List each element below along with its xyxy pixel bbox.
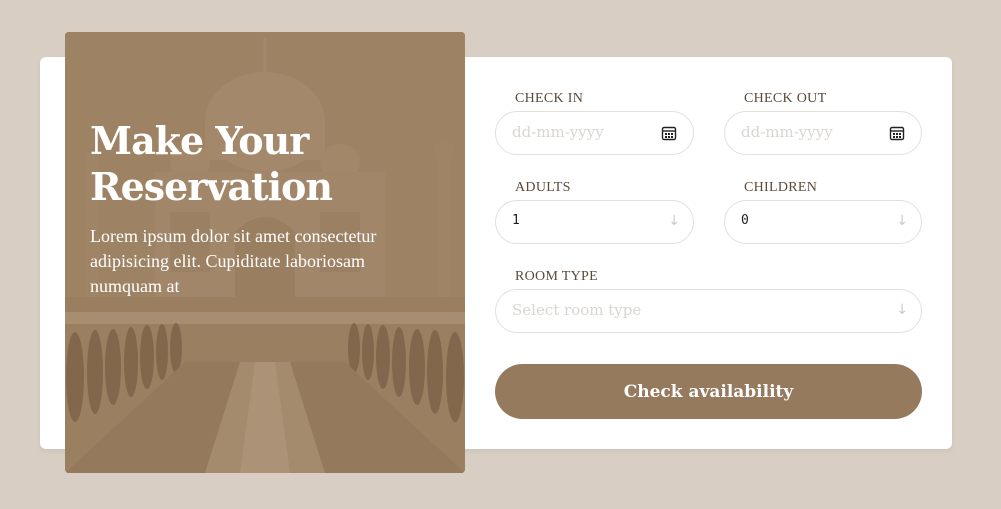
calendar-icon[interactable] <box>889 125 905 141</box>
check-availability-button[interactable]: Check availability <box>495 364 922 419</box>
hero-panel: Make Your Reservation Lorem ipsum dolor s… <box>65 32 465 473</box>
calendar-icon[interactable] <box>661 125 677 141</box>
room-type-label: ROOM TYPE <box>515 269 598 284</box>
children-value: 0 <box>741 213 749 228</box>
check-out-label: CHECK OUT <box>744 91 827 106</box>
arrow-down-icon: ↓ <box>668 213 680 229</box>
room-type-placeholder: Select room type <box>512 301 642 319</box>
check-in-placeholder: dd-mm-yyyy <box>512 123 604 141</box>
check-out-field[interactable]: dd-mm-yyyy <box>724 111 922 155</box>
room-type-select[interactable]: Select room type ↓ <box>495 289 922 333</box>
children-label: CHILDREN <box>744 180 818 195</box>
arrow-down-icon: ↓ <box>896 302 908 318</box>
arrow-down-icon: ↓ <box>896 213 908 229</box>
hero-description: Lorem ipsum dolor sit amet consectetur a… <box>90 226 377 296</box>
check-in-field[interactable]: dd-mm-yyyy <box>495 111 694 155</box>
adults-select[interactable]: 1 ↓ <box>495 200 694 244</box>
check-out-placeholder: dd-mm-yyyy <box>741 123 833 141</box>
adults-label: ADULTS <box>515 180 571 195</box>
children-select[interactable]: 0 ↓ <box>724 200 922 244</box>
adults-value: 1 <box>512 213 520 228</box>
hero-title: Make Your Reservation <box>90 118 333 209</box>
check-in-label: CHECK IN <box>515 91 584 106</box>
